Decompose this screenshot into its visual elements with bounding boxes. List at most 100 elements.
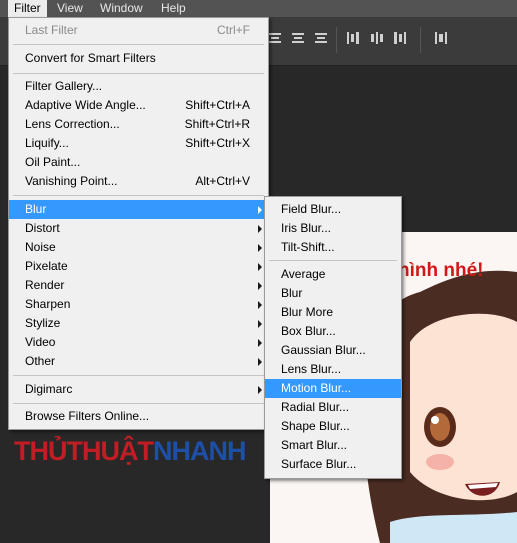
menu-item-label: Digimarc [25,382,73,396]
menu-item-smart-blur[interactable]: Smart Blur... [265,436,401,455]
menu-item-oil-paint[interactable]: Oil Paint... [9,153,268,172]
distribute-icon[interactable] [434,31,448,45]
menu-item-label: Last Filter [25,23,78,37]
menu-item-label: Radial Blur... [281,400,350,414]
align-left-icon[interactable] [346,31,360,45]
menu-view[interactable]: View [51,0,89,17]
menu-item-label: Pixelate [25,259,68,273]
menu-separator [13,403,264,404]
menu-item-label: Blur [281,286,303,300]
menu-item-label: Smart Blur... [281,438,348,452]
menu-item-convert-smart-filters[interactable]: Convert for Smart Filters [9,49,268,68]
submenu-arrow-icon [258,282,262,290]
menu-item-surface-blur[interactable]: Surface Blur... [265,455,401,474]
menu-item-label: Liquify... [25,136,69,150]
menu-window[interactable]: Window [94,0,149,17]
menu-item-shortcut: Ctrl+F [217,23,250,37]
options-divider [336,27,337,53]
menu-item-label: Iris Blur... [281,221,332,235]
menu-item-average[interactable]: Average [265,265,401,284]
menu-item-label: Distort [25,221,60,235]
menu-item-digimarc[interactable]: Digimarc [9,380,268,399]
menu-item-label: Gaussian Blur... [281,343,366,357]
menu-item-box-blur[interactable]: Box Blur... [265,322,401,341]
filter-menu: Last Filter Ctrl+F Convert for Smart Fil… [8,17,269,430]
align-bottom-icon[interactable] [314,31,328,45]
submenu-arrow-icon [258,320,262,328]
watermark-part2: NHANH [152,436,246,466]
menu-item-pixelate[interactable]: Pixelate [9,257,268,276]
menu-item-iris-blur[interactable]: Iris Blur... [265,219,401,238]
menu-separator [269,260,397,261]
submenu-arrow-icon [258,206,262,214]
menu-item-motion-blur[interactable]: Motion Blur... [265,379,401,398]
menu-item-render[interactable]: Render [9,276,268,295]
menu-item-label: Sharpen [25,297,71,311]
menu-separator [13,375,264,376]
watermark-logo: THỦTHUẬTNHANH [14,436,246,467]
menu-item-label: Motion Blur... [281,381,352,395]
menu-item-lens-blur[interactable]: Lens Blur... [265,360,401,379]
align-right-icon[interactable] [393,31,407,45]
menu-item-label: Convert for Smart Filters [25,51,156,65]
menu-item-stylize[interactable]: Stylize [9,314,268,333]
menu-item-radial-blur[interactable]: Radial Blur... [265,398,401,417]
menu-item-field-blur[interactable]: Field Blur... [265,200,401,219]
menu-item-adaptive-wide-angle[interactable]: Adaptive Wide Angle... Shift+Ctrl+A [9,96,268,115]
menu-item-blur-more[interactable]: Blur More [265,303,401,322]
menu-item-tilt-shift[interactable]: Tilt-Shift... [265,238,401,257]
menu-item-shape-blur[interactable]: Shape Blur... [265,417,401,436]
menu-item-liquify[interactable]: Liquify... Shift+Ctrl+X [9,134,268,153]
menu-item-label: Browse Filters Online... [25,409,150,423]
menu-item-label: Noise [25,240,56,254]
menu-separator [13,73,264,74]
menu-item-lens-correction[interactable]: Lens Correction... Shift+Ctrl+R [9,115,268,134]
menu-item-sharpen[interactable]: Sharpen [9,295,268,314]
menu-bar: Filter View Window Help [0,0,517,17]
submenu-arrow-icon [258,339,262,347]
menu-item-shortcut: Shift+Ctrl+A [185,98,250,112]
menu-item-label: Blur [25,202,47,216]
menu-item-label: Filter Gallery... [25,79,103,93]
menu-item-shortcut: Shift+Ctrl+R [184,117,250,131]
menu-item-vanishing-point[interactable]: Vanishing Point... Alt+Ctrl+V [9,172,268,191]
align-top-icon[interactable] [268,31,282,45]
blur-submenu: Field Blur... Iris Blur... Tilt-Shift...… [264,196,402,479]
menu-item-label: Video [25,335,56,349]
menu-item-label: Lens Blur... [281,362,342,376]
menu-item-label: Stylize [25,316,61,330]
menu-item-label: Render [25,278,65,292]
menu-item-label: Surface Blur... [281,457,357,471]
submenu-arrow-icon [258,358,262,366]
menu-item-shortcut: Alt+Ctrl+V [195,174,250,188]
options-divider [420,27,421,53]
menu-item-distort[interactable]: Distort [9,219,268,238]
menu-item-browse-filters-online[interactable]: Browse Filters Online... [9,407,268,426]
watermark-part1: THỦTHUẬT [14,436,154,466]
submenu-arrow-icon [258,301,262,309]
submenu-arrow-icon [258,386,262,394]
menu-item-filter-gallery[interactable]: Filter Gallery... [9,77,268,96]
menu-item-label: Oil Paint... [25,155,81,169]
menu-item-noise[interactable]: Noise [9,238,268,257]
menu-item-other[interactable]: Other [9,352,268,371]
menu-item-video[interactable]: Video [9,333,268,352]
menu-item-label: Field Blur... [281,202,342,216]
menu-help[interactable]: Help [155,0,192,17]
align-middle-icon[interactable] [291,31,305,45]
menu-item-label: Vanishing Point... [25,174,118,188]
menu-item-label: Shape Blur... [281,419,350,433]
menu-item-blur-filter[interactable]: Blur [265,284,401,303]
menu-item-gaussian-blur[interactable]: Gaussian Blur... [265,341,401,360]
menu-separator [13,44,264,45]
canvas-caption: hình nhé! [398,260,484,281]
submenu-arrow-icon [258,244,262,252]
menu-item-blur[interactable]: Blur [9,200,268,219]
menu-item-last-filter: Last Filter Ctrl+F [9,21,268,40]
menu-filter[interactable]: Filter [8,0,47,17]
submenu-arrow-icon [258,263,262,271]
menu-item-shortcut: Shift+Ctrl+X [185,136,250,150]
align-center-icon[interactable] [370,31,384,45]
menu-item-label: Box Blur... [281,324,336,338]
menu-item-label: Other [25,354,56,368]
